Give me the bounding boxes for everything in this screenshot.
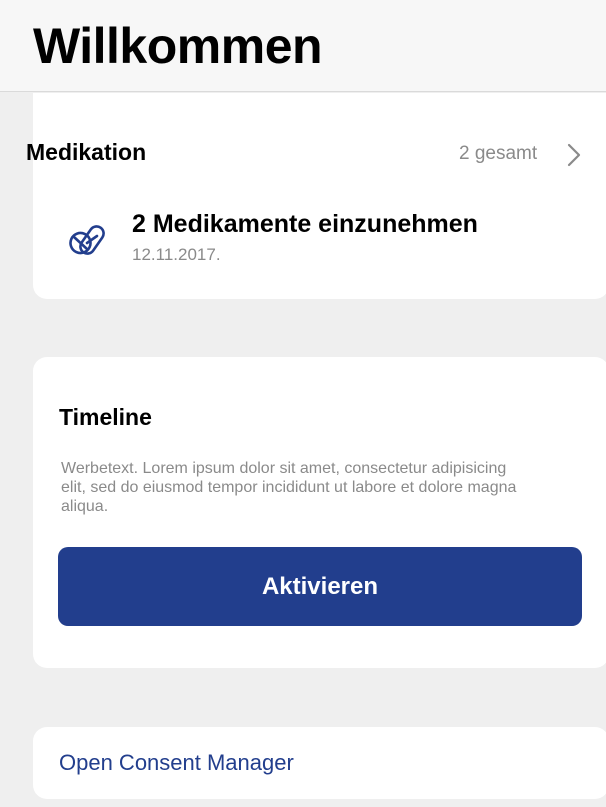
medication-card[interactable] (33, 93, 606, 299)
medication-count: 2 gesamt (459, 143, 538, 164)
chevron-right-icon[interactable] (566, 142, 582, 168)
activate-button[interactable]: Aktivieren (58, 547, 582, 626)
pill-icon (69, 225, 105, 255)
header-bar: Willkommen (0, 0, 606, 92)
medication-title: Medikation (26, 139, 147, 165)
page-title: Willkommen (33, 18, 323, 74)
timeline-description: Werbetext. Lorem ipsum dolor sit amet, c… (61, 460, 517, 515)
open-consent-manager-link[interactable]: Open Consent Manager (59, 750, 294, 776)
timeline-title: Timeline (59, 404, 152, 430)
medication-item-date: 12.11.2017. (132, 245, 221, 264)
medication-item-title[interactable]: 2 Medikamente einzunehmen (132, 210, 478, 239)
